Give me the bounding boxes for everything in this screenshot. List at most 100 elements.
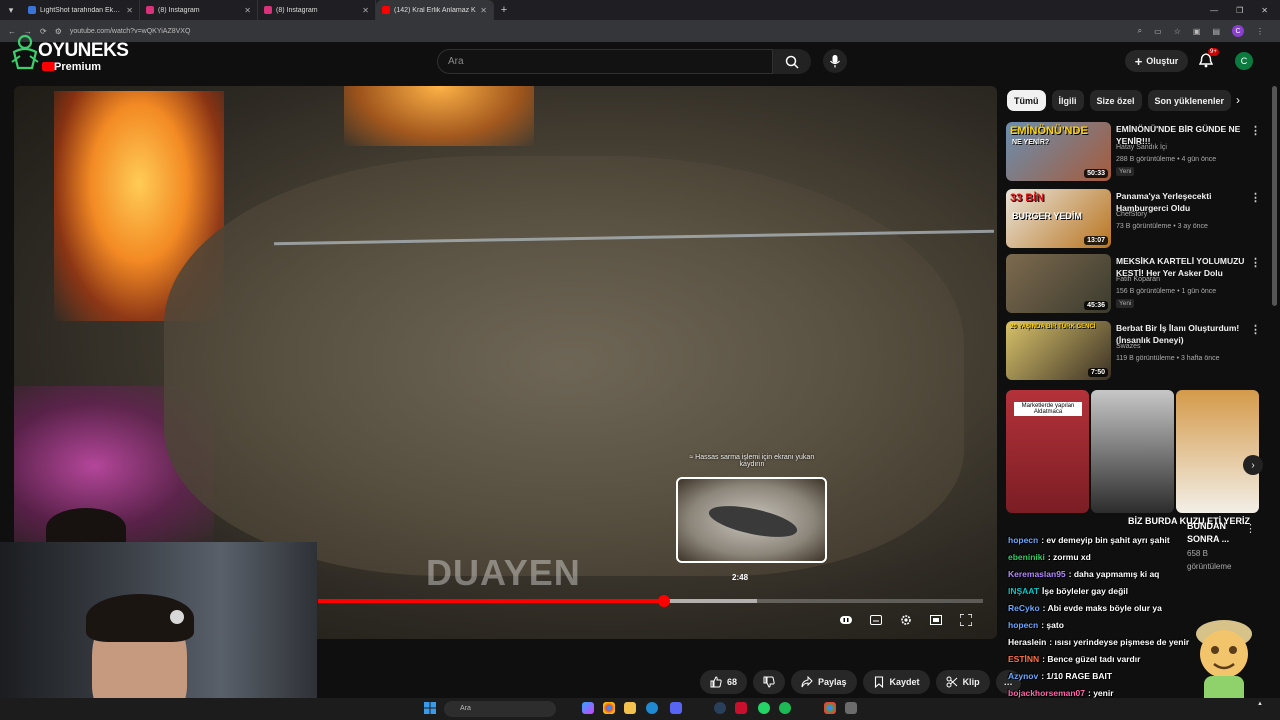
scrubber-handle[interactable] [657,595,670,607]
tab-close-icon[interactable]: ✕ [480,6,487,15]
chat-username: hopecn [1008,535,1039,545]
chat-text: : ısısı yerindeyse pişmese de yenir [1049,637,1190,647]
more-options-icon[interactable]: ⋮ [1250,124,1261,137]
search-button[interactable] [773,49,811,74]
recommended-video[interactable]: 20 YAŞINDA BİR TÜRK GENCİ 7:50 Berbat Bir … [1006,321,1266,381]
create-label: Oluştur [1146,56,1179,66]
theater-mode-icon[interactable] [930,614,942,626]
shorts-card[interactable] [1176,390,1259,513]
autoplay-toggle[interactable] [840,614,852,626]
account-avatar[interactable]: C [1235,52,1253,70]
close-window-icon[interactable]: ✕ [1261,6,1268,15]
chat-username: Keremaslan95 [1008,569,1066,579]
chat-message: Heraslein: ısısı yerindeyse pişmese de y… [1008,637,1189,647]
video-thumbnail[interactable]: 45:36 [1006,254,1111,313]
tab-close-icon[interactable]: ✕ [126,6,133,15]
more-options-icon[interactable]: ⋮ [1250,323,1261,336]
tab-close-icon[interactable]: ✕ [362,6,369,15]
more-options-icon[interactable]: ⋮ [1250,191,1261,204]
shelf-more-icon[interactable]: ⋮ [1245,522,1256,535]
windows-start-icon[interactable] [424,702,436,714]
maximize-icon[interactable]: ❐ [1236,6,1243,15]
shorts-card[interactable]: Marketlerde yapılan Aldatmaca [1006,390,1089,513]
fullscreen-icon[interactable] [960,614,972,626]
youtube-logo[interactable]: OYUNEKS Premium [10,28,140,78]
more-options-icon[interactable]: ⋮ [1250,256,1261,269]
chip[interactable]: Size özel [1089,90,1142,111]
taskbar-chrome-icon[interactable] [603,702,615,714]
chip[interactable]: İlgili [1051,90,1084,111]
like-count: 68 [727,677,738,687]
meat-on-skewer [164,156,964,576]
subtitles-icon[interactable] [870,614,882,626]
mic-icon [830,55,840,68]
bookmark-icon[interactable]: ☆ [1174,27,1181,36]
dislike-button[interactable] [753,670,786,694]
chat-username: bojackhorseman07 [1008,688,1086,698]
channel-name[interactable]: Fatih Koparan [1116,276,1160,283]
video-thumbnail[interactable]: EMİNÖNÜ'NDE NE YENİR? 50:33 [1006,122,1111,181]
channel-name[interactable]: ChefStory [1116,211,1147,218]
scissors-icon [946,676,957,688]
windows-taskbar: Ara ▲ [0,698,1280,720]
browser-menu-icon[interactable]: ⋮ [1256,27,1264,36]
video-thumbnail[interactable]: 20 YAŞINDA BİR TÜRK GENCİ 7:50 [1006,321,1111,380]
browser-tab[interactable]: (8) Instagram ✕ [258,0,376,20]
taskbar-explorer-icon[interactable] [624,702,636,714]
browser-tab[interactable]: LightShot tarafından Ekran Gör✕ [22,0,140,20]
chat-message: INŞAAT İşe böyleler gay değil [1008,586,1128,596]
video-thumbnail[interactable]: 33 BİN BURGER YEDİM 13:07 [1006,189,1111,248]
like-button[interactable]: 68 [700,670,748,694]
browser-tab[interactable]: (142) Kral Erlik Anlamaz K ✕ [376,0,494,20]
chevron-right-icon[interactable]: › [1236,93,1250,107]
share-button[interactable]: Paylaş [791,670,857,694]
chip[interactable]: Son yüklenenler [1147,90,1232,111]
clip-button[interactable]: Klip [935,670,990,694]
taskbar-app-gray-icon[interactable] [845,702,857,714]
taskbar-whatsapp-icon[interactable] [758,702,770,714]
create-button[interactable]: + Oluştur [1125,50,1188,72]
shorts-card[interactable] [1091,390,1174,513]
bookmark-save-icon [874,676,883,688]
extensions-icon[interactable]: ▣ [1193,27,1201,36]
browser-tab[interactable]: (8) Instagram ✕ [140,0,258,20]
progress-bar[interactable] [318,595,983,607]
chat-message: Keremaslan95: daha yapmamış ki aq [1008,569,1159,579]
tab-search-icon[interactable]: ▾ [0,0,22,20]
taskbar-steam-icon[interactable] [714,702,726,714]
cast-icon[interactable]: ▭ [1154,27,1162,36]
minimize-icon[interactable]: — [1210,6,1218,15]
taskbar-spotify-icon[interactable] [779,702,791,714]
chat-username: Azynov [1008,671,1039,681]
recommended-video[interactable]: 33 BİN BURGER YEDİM 13:07 Panama'ya Yerleşe… [1006,189,1266,249]
zoom-icon[interactable]: ⌕ [1138,26,1142,36]
taskbar-edge-icon[interactable] [646,702,658,714]
recommended-video[interactable]: EMİNÖNÜ'NDE NE YENİR? 50:33 EMİNÖNÜ'NDE BİR… [1006,122,1266,182]
settings-gear-icon[interactable] [900,614,912,626]
video-duration: 50:33 [1084,169,1108,178]
notifications-button[interactable]: 9+ [1198,48,1219,72]
search-input[interactable]: Ara [437,49,773,74]
shelf-next-button[interactable]: › [1243,455,1263,475]
taskbar-copilot-icon[interactable] [582,702,594,714]
channel-name[interactable]: Swazes [1116,343,1141,350]
save-button[interactable]: Kaydet [862,670,930,694]
voice-search-button[interactable] [823,49,847,73]
sidebar-icon[interactable]: ▤ [1212,27,1220,36]
channel-name[interactable]: Hatay Sandık İçi [1116,144,1167,151]
taskbar-chrome2-icon[interactable] [824,702,836,714]
taskbar-search[interactable]: Ara [444,701,556,717]
page-scrollbar[interactable] [1272,86,1277,306]
browser-profile-avatar[interactable]: C [1232,25,1244,37]
recommended-video[interactable]: 45:36 MEKSİKA KARTELİ YOLUMUZU KESTİ! Her… [1006,254,1266,314]
taskbar-discord-icon[interactable] [670,702,682,714]
chip[interactable]: Tümü [1007,90,1046,111]
tab-close-icon[interactable]: ✕ [244,6,251,15]
chat-text: : ev demeyip bin şahit ayrı şahit [1041,535,1170,545]
taskbar-app-red-icon[interactable] [735,702,747,714]
shelf-views-2: 658 B [1187,549,1208,558]
new-tab-button[interactable]: + [494,4,514,16]
tab-title: (8) Instagram [158,6,200,14]
shelf-caption-2: BUNDAN SONRA ... [1187,521,1230,544]
taskbar-clock: ▲ [1257,701,1263,707]
